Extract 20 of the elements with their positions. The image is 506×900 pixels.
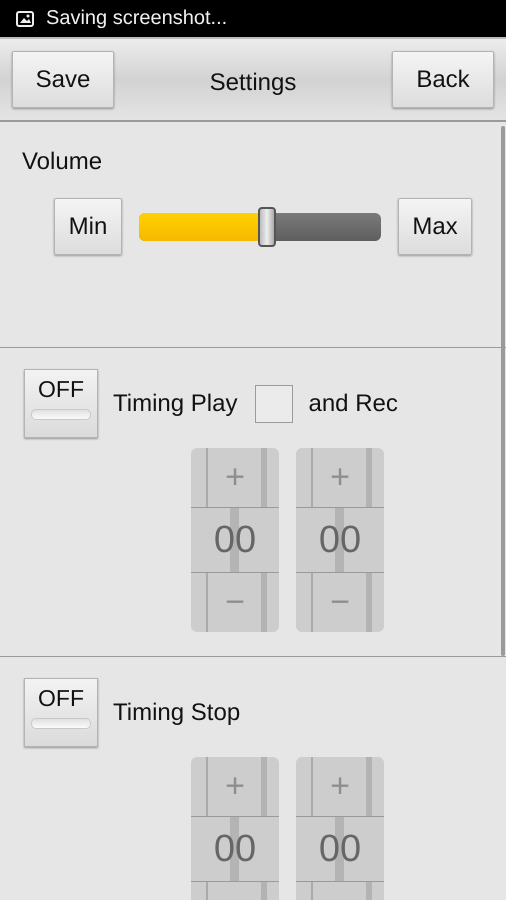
screen-title: Settings <box>210 68 296 96</box>
save-button[interactable]: Save <box>12 51 114 108</box>
slider-thumb[interactable] <box>258 206 276 246</box>
toggle-button[interactable]: OFF <box>24 369 98 438</box>
max-button[interactable]: Max <box>398 198 472 255</box>
back-button[interactable]: Back <box>392 51 494 108</box>
picker-value: 00 <box>191 816 279 882</box>
timer-label: Timing Stop <box>113 698 240 726</box>
notification-text: Saving screenshot... <box>46 7 228 30</box>
toggle-button[interactable]: OFF <box>24 678 98 747</box>
picker-value: 00 <box>191 507 279 573</box>
image-icon <box>16 10 34 26</box>
checkbox-label: and Rec <box>308 390 398 418</box>
min-button[interactable]: Min <box>54 198 122 255</box>
picker-value: 00 <box>296 816 384 882</box>
volume-label: Volume <box>22 148 102 175</box>
checkbox[interactable] <box>255 384 294 422</box>
volume-slider[interactable] <box>139 206 381 246</box>
timer-label: Timing Play <box>113 390 238 418</box>
picker-value: 00 <box>296 507 384 573</box>
